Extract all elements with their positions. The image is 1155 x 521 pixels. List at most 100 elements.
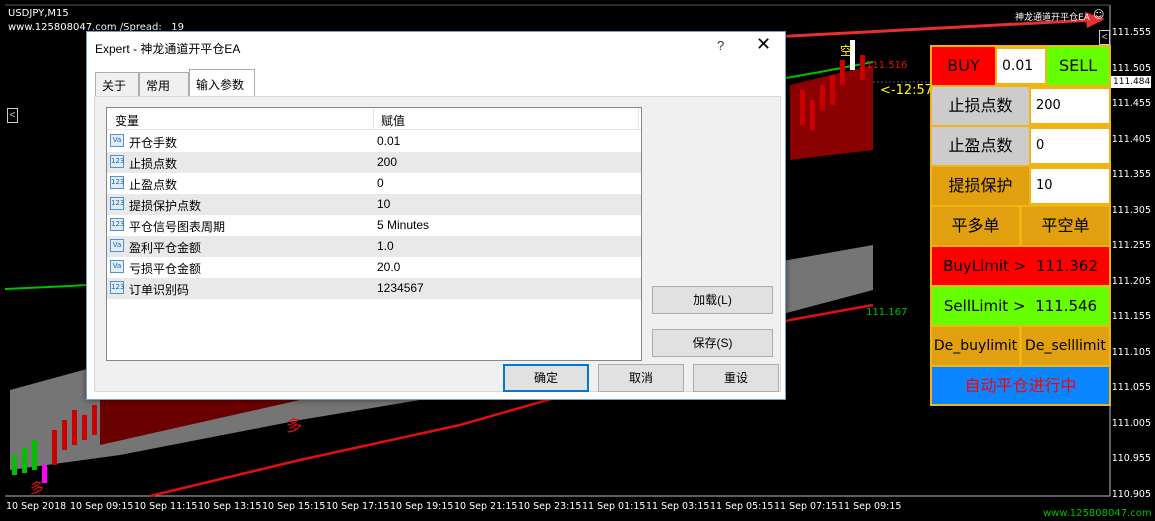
param-name: 平仓信号图表周期 <box>129 220 226 234</box>
param-row[interactable]: 123 止盈点数 0 <box>107 173 641 194</box>
reset-button[interactable]: 重设 <box>693 364 779 392</box>
param-type-icon: Va <box>110 260 124 273</box>
time-tick: 10 Sep 13:15 <box>198 501 262 512</box>
param-value[interactable]: 0.01 <box>377 134 400 148</box>
column-value[interactable]: 赋值 <box>381 112 405 129</box>
param-value[interactable]: 1234567 <box>377 281 424 295</box>
param-type-icon: 123 <box>110 155 124 168</box>
lot-input[interactable]: 0.01 <box>997 49 1045 83</box>
de-buylimit-button[interactable]: De_buylimit <box>932 327 1019 365</box>
time-tick: 10 Sep 19:15 <box>390 501 454 512</box>
scroll-right-icon[interactable]: < <box>1099 30 1110 45</box>
current-price-label: 111.484 <box>1113 77 1151 87</box>
tab-about[interactable]: 关于 <box>95 72 139 96</box>
price-tick: 111.405 <box>1111 133 1151 145</box>
price-tick: 111.105 <box>1111 346 1151 358</box>
param-row[interactable]: Va 盈利平仓金额 1.0 <box>107 236 641 257</box>
time-tick: 10 Sep 15:15 <box>262 501 326 512</box>
smiley-icon: ☺ <box>1093 8 1105 21</box>
param-type-icon: 123 <box>110 197 124 210</box>
params-grid: 变量 赋值 Va 开仓手数 0.01 123 止损点数 200 123 止盈点数 0 123 提损保… <box>106 107 642 361</box>
param-name: 盈利平仓金额 <box>129 241 202 255</box>
param-type-icon: 123 <box>110 176 124 189</box>
buylimit-label: BuyLimit > <box>943 257 1027 275</box>
tab-common[interactable]: 常用 <box>139 72 189 96</box>
param-value[interactable]: 5 Minutes <box>377 218 429 232</box>
time-tick: 10 Sep 17:15 <box>326 501 390 512</box>
ok-button[interactable]: 确定 <box>503 364 589 392</box>
param-row[interactable]: Va 开仓手数 0.01 <box>107 131 641 152</box>
price-tick: 110.905 <box>1111 488 1151 500</box>
column-variable[interactable]: 变量 <box>115 112 139 129</box>
selllimit-button[interactable]: SellLimit > 111.546 <box>932 287 1109 325</box>
param-type-icon: Va <box>110 239 124 252</box>
param-value[interactable]: 10 <box>377 197 390 211</box>
protect-input[interactable]: 10 <box>1031 169 1109 203</box>
save-button[interactable]: 保存(S) <box>652 329 773 357</box>
selllimit-value: 111.546 <box>1035 297 1098 315</box>
dialog-title: Expert - 神龙通道开平仓EA <box>95 42 241 56</box>
price-tick: 111.255 <box>1111 240 1151 251</box>
time-tick: 10 Sep 2018 <box>6 501 67 512</box>
de-selllimit-button[interactable]: De_selllimit <box>1022 327 1109 365</box>
param-name: 提损保护点数 <box>129 199 202 213</box>
buy-marker: 多 <box>286 416 303 435</box>
close-long-button[interactable]: 平多单 <box>932 207 1019 245</box>
stoploss-label: 止损点数 <box>932 87 1029 125</box>
buylimit-value: 111.362 <box>1035 257 1098 275</box>
param-row[interactable]: Va 亏损平仓金额 20.0 <box>107 257 641 278</box>
ea-title: 神龙通道开平仓EA <box>1015 13 1090 23</box>
sell-marker: 空 <box>840 44 853 58</box>
selllimit-label: SellLimit > <box>943 297 1026 315</box>
param-row[interactable]: 123 订单识别码 1234567 <box>107 278 641 299</box>
param-type-icon: 123 <box>110 281 124 294</box>
param-name: 订单识别码 <box>129 283 190 297</box>
buy-marker-left: 多 <box>30 481 44 497</box>
countdown: <-12:57 <box>880 83 934 98</box>
price-tick: 111.205 <box>1111 275 1151 287</box>
param-value[interactable]: 0 <box>377 176 384 190</box>
param-name: 止损点数 <box>129 157 178 171</box>
takeprofit-label: 止盈点数 <box>932 127 1029 165</box>
tab-inputs[interactable]: 输入参数 <box>189 69 255 96</box>
param-row[interactable]: 123 止损点数 200 <box>107 152 641 173</box>
price-tag: 111.516 <box>866 60 908 71</box>
tab-body: 变量 赋值 Va 开仓手数 0.01 123 止损点数 200 123 止盈点数 0 123 提损保… <box>94 96 781 392</box>
expert-dialog: Expert - 神龙通道开平仓EA ? ✕ 关于 常用 输入参数 变量 赋值 … <box>86 31 786 400</box>
time-tick: 10 Sep 09:15 <box>70 501 134 512</box>
price-tick: 111.555 <box>1111 27 1151 38</box>
time-tick: 10 Sep 23:15 <box>518 501 582 512</box>
footer-url: www.125808047.com <box>1043 508 1152 519</box>
time-tick: 11 Sep 09:15 <box>838 501 902 512</box>
buy-button[interactable]: BUY <box>932 47 995 85</box>
time-tick: 11 Sep 05:15 <box>710 501 774 512</box>
param-row[interactable]: 123 提损保护点数 10 <box>107 194 641 215</box>
param-row[interactable]: 123 平仓信号图表周期 5 Minutes <box>107 215 641 236</box>
param-name: 亏损平仓金额 <box>129 262 202 276</box>
auto-close-status[interactable]: 自动平仓进行中 <box>932 367 1109 404</box>
load-button[interactable]: 加载(L) <box>652 286 773 314</box>
price-tick: 111.055 <box>1111 382 1151 393</box>
close-short-button[interactable]: 平空单 <box>1022 207 1109 245</box>
trade-panel: BUY 0.01 SELL 止损点数 200 止盈点数 0 提损保护 10 平多… <box>930 45 1111 406</box>
price-tick: 111.005 <box>1111 417 1151 429</box>
stoploss-input[interactable]: 200 <box>1031 89 1109 123</box>
price-tick: 111.505 <box>1111 62 1151 74</box>
cancel-button[interactable]: 取消 <box>598 364 684 392</box>
chart-symbol: USDJPY,M15 <box>8 8 69 19</box>
price-tick: 111.355 <box>1111 169 1151 180</box>
scroll-left-icon[interactable]: < <box>7 108 18 123</box>
takeprofit-input[interactable]: 0 <box>1031 129 1109 163</box>
param-value[interactable]: 200 <box>377 155 397 169</box>
close-icon[interactable]: ✕ <box>756 34 771 55</box>
param-type-icon: Va <box>110 134 124 147</box>
buylimit-button[interactable]: BuyLimit > 111.362 <box>932 247 1109 285</box>
price-tick: 111.455 <box>1111 98 1151 109</box>
param-value[interactable]: 1.0 <box>377 239 394 253</box>
param-value[interactable]: 20.0 <box>377 260 400 274</box>
param-name: 开仓手数 <box>129 136 178 150</box>
sell-button[interactable]: SELL <box>1047 47 1109 85</box>
time-tick: 10 Sep 11:15 <box>134 501 198 512</box>
time-tick: 11 Sep 01:15 <box>582 501 646 512</box>
help-icon[interactable]: ? <box>717 38 724 53</box>
